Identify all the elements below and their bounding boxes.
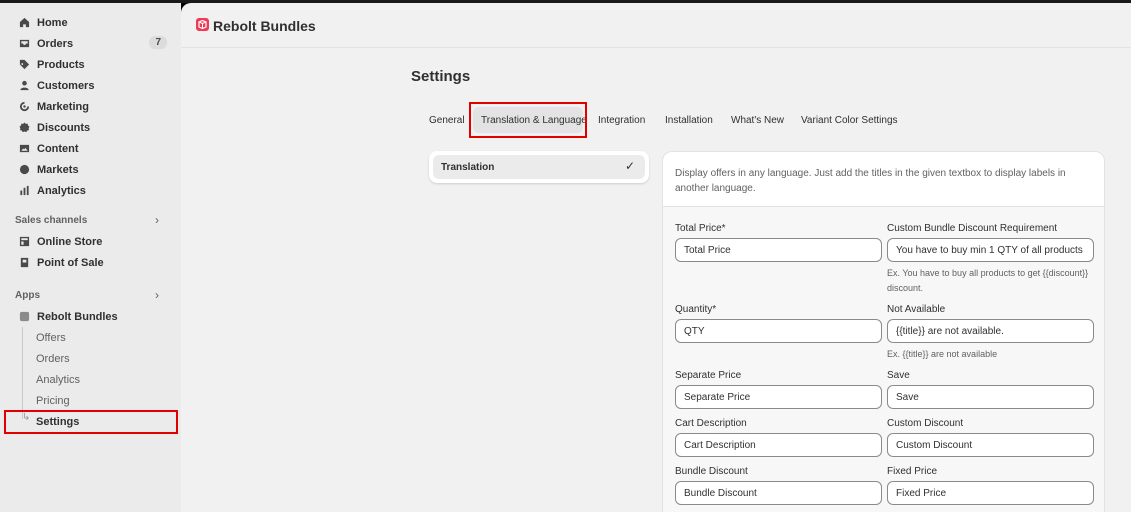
tab-integration[interactable]: Integration (598, 115, 645, 126)
checkmark-icon: ✓ (624, 159, 635, 173)
nav-label: Customers (37, 79, 95, 92)
globe-icon (18, 164, 30, 176)
not-available-label: Not Available (887, 304, 946, 315)
admin-sidebar: Home Orders 7 Products Customers Marketi… (0, 3, 181, 512)
nav-rebolt-bundles[interactable]: Rebolt Bundles (0, 306, 181, 327)
nav-label: Marketing (37, 100, 89, 113)
nav-marketing[interactable]: Marketing (0, 96, 181, 117)
chevron-right-icon[interactable]: › (155, 288, 159, 302)
translation-label: Translation (441, 162, 495, 173)
panel-description: Display offers in any language. Just add… (675, 168, 1066, 194)
cart-description-label: Cart Description (675, 418, 747, 429)
app-logo-icon (196, 18, 209, 31)
not-available-input[interactable] (887, 319, 1094, 343)
chevron-right-icon[interactable]: › (155, 213, 159, 227)
nav-label: Orders (37, 37, 74, 50)
fixed-price-input[interactable] (887, 481, 1094, 505)
settings-highlight (4, 410, 178, 434)
nav-label: Discounts (37, 121, 91, 134)
separate-price-label: Separate Price (675, 370, 742, 381)
nav-label: Rebolt Bundles (37, 310, 118, 323)
nav-label: Analytics (37, 184, 86, 197)
nav-content[interactable]: Content (0, 138, 181, 159)
cart-description-input[interactable] (675, 433, 882, 457)
app-icon (18, 311, 30, 323)
nav-analytics[interactable]: Analytics (0, 180, 181, 201)
bar-chart-icon (18, 185, 30, 197)
app-header: Rebolt Bundles (181, 3, 1131, 48)
custom-requirement-help: Ex. You have to buy all products to get … (887, 268, 1089, 293)
nav-markets[interactable]: Markets (0, 159, 181, 180)
app-title: Rebolt Bundles (213, 18, 316, 34)
tab-general[interactable]: General (429, 115, 465, 126)
nav-point-of-sale[interactable]: Point of Sale (0, 252, 181, 273)
tag-icon (18, 59, 30, 71)
nav-products[interactable]: Products (0, 54, 181, 75)
nav-home[interactable]: Home (0, 12, 181, 33)
fields-panel: Total Price* Custom Bundle Discount Requ… (663, 206, 1104, 512)
nav-online-store[interactable]: Online Store (0, 231, 181, 252)
sub-nav-orders[interactable]: Orders (36, 353, 70, 365)
total-price-label: Total Price* (675, 223, 726, 234)
nav-label: Content (37, 142, 79, 155)
fixed-price-label: Fixed Price (887, 466, 938, 477)
store-icon (18, 236, 30, 248)
pos-icon (18, 257, 30, 269)
discount-icon (18, 122, 30, 134)
target-icon (18, 101, 30, 113)
translation-menu: Translation ✓ (429, 151, 649, 183)
sub-nav-line (22, 327, 23, 419)
tab-highlight (469, 102, 587, 138)
save-input[interactable] (887, 385, 1094, 409)
nav-customers[interactable]: Customers (0, 75, 181, 96)
sales-channels-label: Sales channels (15, 215, 88, 226)
nav-orders[interactable]: Orders 7 (0, 33, 181, 54)
person-icon (18, 80, 30, 92)
custom-requirement-input[interactable] (887, 238, 1094, 262)
nav-label: Online Store (37, 235, 103, 248)
quantity-label: Quantity* (675, 304, 717, 315)
custom-requirement-label: Custom Bundle Discount Requirement (887, 223, 1058, 234)
tab-installation[interactable]: Installation (665, 115, 713, 126)
custom-discount-input[interactable] (887, 433, 1094, 457)
bundle-discount-label: Bundle Discount (675, 466, 748, 477)
sub-nav-analytics[interactable]: Analytics (36, 374, 80, 386)
inbox-icon (18, 38, 30, 50)
tab-variant-color-settings[interactable]: Variant Color Settings (801, 115, 898, 126)
nav-label: Markets (37, 163, 79, 176)
quantity-input[interactable] (675, 319, 882, 343)
total-price-input[interactable] (675, 238, 882, 262)
image-icon (18, 143, 30, 155)
save-label: Save (887, 370, 910, 381)
not-available-help: Ex. {{title}} are not available (887, 349, 998, 359)
page-title: Settings (411, 68, 471, 85)
nav-label: Home (37, 16, 68, 29)
sub-nav-offers[interactable]: Offers (36, 332, 66, 344)
custom-discount-label: Custom Discount (887, 418, 964, 429)
tab-whats-new[interactable]: What's New (731, 115, 784, 126)
orders-count-badge: 7 (149, 36, 167, 49)
nav-label: Products (37, 58, 85, 71)
sub-nav-pricing[interactable]: Pricing (36, 395, 70, 407)
translation-panel: Display offers in any language. Just add… (662, 151, 1105, 512)
home-icon (18, 17, 30, 29)
nav-discounts[interactable]: Discounts (0, 117, 181, 138)
separate-price-input[interactable] (675, 385, 882, 409)
apps-label: Apps (15, 290, 40, 301)
main-content: Rebolt Bundles Settings General Translat… (181, 3, 1131, 512)
nav-label: Point of Sale (37, 256, 104, 269)
bundle-discount-input[interactable] (675, 481, 882, 505)
translation-menu-item[interactable]: Translation ✓ (433, 155, 645, 179)
